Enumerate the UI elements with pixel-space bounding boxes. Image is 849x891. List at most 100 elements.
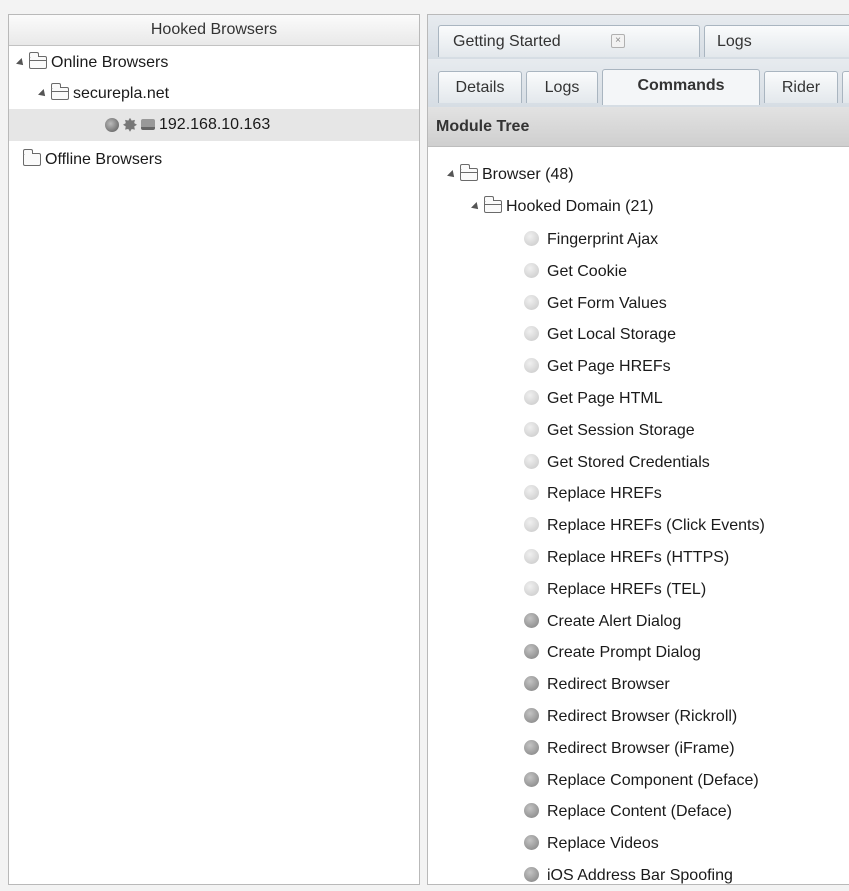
module-status-icon — [524, 803, 539, 819]
module-status-icon — [524, 517, 539, 533]
top-tab-bar: Getting Started × Logs — [428, 15, 849, 60]
expand-arrow-icon[interactable] — [471, 201, 481, 212]
folder-closed-icon — [22, 149, 41, 167]
module-status-icon — [524, 454, 539, 470]
module-status-icon — [524, 295, 539, 311]
module-item[interactable]: Replace HREFs (HTTPS) — [524, 542, 729, 573]
module-item[interactable]: Replace HREFs (Click Events) — [524, 510, 765, 541]
tree-node-hooked-domain-label: Hooked Domain (21) — [506, 198, 654, 215]
module-status-icon — [524, 772, 539, 788]
module-item[interactable]: Fingerprint Ajax — [524, 224, 658, 255]
module-status-icon — [524, 581, 539, 597]
close-tab-icon[interactable]: × — [611, 34, 625, 48]
expand-arrow-icon[interactable] — [38, 88, 48, 99]
folder-open-icon — [50, 83, 69, 101]
module-item-label: Get Page HREFs — [547, 358, 671, 375]
tree-node-browser[interactable]: Browser (48) — [447, 159, 574, 190]
module-item[interactable]: Create Alert Dialog — [524, 606, 681, 637]
module-item[interactable]: Get Page HREFs — [524, 351, 671, 382]
module-item[interactable]: Get Local Storage — [524, 319, 676, 350]
folder-open-icon — [28, 52, 47, 70]
online-browsers-label: Online Browsers — [51, 54, 169, 71]
module-item-label: Replace HREFs — [547, 485, 662, 502]
hooked-browsers-panel: Hooked Browsers Online Browsers securepl… — [8, 14, 420, 885]
module-item-label: iOS Address Bar Spoofing — [547, 867, 733, 884]
module-status-icon — [524, 708, 539, 724]
tab-logs[interactable]: Logs — [704, 25, 849, 57]
module-item[interactable]: Redirect Browser (iFrame) — [524, 733, 735, 764]
module-item-label: Redirect Browser (iFrame) — [547, 740, 735, 757]
module-status-icon — [524, 231, 539, 247]
module-item-label: Replace HREFs (Click Events) — [547, 517, 765, 534]
domain-label: securepla.net — [73, 85, 170, 102]
module-item[interactable]: Replace Content (Deface) — [524, 796, 732, 827]
tree-item-online-browsers[interactable]: Online Browsers — [16, 48, 169, 78]
module-status-icon — [524, 263, 539, 279]
module-status-icon — [524, 358, 539, 374]
sub-tab-bar: Details Logs Commands Rider — [428, 59, 849, 108]
tab-getting-started[interactable]: Getting Started × — [438, 25, 700, 57]
module-item[interactable]: Get Page HTML — [524, 383, 663, 414]
tab-commands[interactable]: Commands — [602, 69, 760, 105]
module-item-label: Redirect Browser (Rickroll) — [547, 708, 738, 725]
module-item-label: Get Session Storage — [547, 422, 695, 439]
tab-details-label: Details — [455, 79, 505, 96]
module-status-icon — [524, 549, 539, 565]
module-item[interactable]: Replace HREFs (TEL) — [524, 574, 706, 605]
expand-arrow-icon[interactable] — [16, 57, 26, 68]
module-item[interactable]: Redirect Browser — [524, 669, 670, 700]
host-ip-label: 192.168.10.163 — [159, 116, 271, 133]
module-item-label: Replace Component (Deface) — [547, 772, 759, 789]
module-item[interactable]: Create Prompt Dialog — [524, 637, 701, 668]
module-item-label: Get Form Values — [547, 295, 667, 312]
module-item-label: Create Alert Dialog — [547, 613, 682, 630]
folder-open-icon — [483, 196, 502, 214]
module-status-icon — [524, 644, 539, 660]
tab-sub-logs[interactable]: Logs — [526, 71, 598, 103]
tab-commands-label: Commands — [637, 77, 725, 94]
tab-overflow[interactable] — [842, 71, 849, 103]
module-item-label: Fingerprint Ajax — [547, 231, 659, 248]
module-item[interactable]: Replace Component (Deface) — [524, 765, 759, 796]
module-status-icon — [524, 740, 539, 756]
module-status-icon — [524, 613, 539, 629]
tree-item-offline-browsers[interactable]: Offline Browsers — [22, 145, 162, 175]
tab-details[interactable]: Details — [438, 71, 522, 103]
tab-rider[interactable]: Rider — [764, 71, 838, 103]
module-status-icon — [524, 422, 539, 438]
module-item-label: Replace HREFs (TEL) — [547, 581, 707, 598]
module-item[interactable]: Replace Videos — [524, 828, 659, 859]
module-item[interactable]: iOS Address Bar Spoofing — [524, 860, 733, 891]
tree-node-hooked-domain[interactable]: Hooked Domain (21) — [471, 191, 654, 222]
tab-sub-logs-label: Logs — [544, 79, 580, 96]
module-status-icon — [524, 867, 539, 883]
hooked-browsers-title: Hooked Browsers — [9, 15, 419, 46]
tree-item-host-selected[interactable]: 192.168.10.163 — [9, 109, 419, 141]
hardware-icon — [141, 119, 155, 131]
module-status-icon — [524, 485, 539, 501]
module-item[interactable]: Get Cookie — [524, 256, 627, 287]
module-status-icon — [524, 835, 539, 851]
folder-open-icon — [459, 164, 478, 182]
expand-arrow-icon[interactable] — [447, 169, 457, 180]
tree-node-browser-label: Browser (48) — [482, 166, 574, 183]
module-tree-title: Module Tree — [428, 107, 849, 147]
module-item[interactable]: Get Form Values — [524, 288, 667, 319]
tab-rider-label: Rider — [781, 79, 821, 96]
tab-getting-started-label: Getting Started — [453, 33, 561, 50]
module-status-icon — [524, 390, 539, 406]
main-panel: Getting Started × Logs Details Logs Comm… — [427, 14, 849, 885]
module-item-label: Replace Videos — [547, 835, 659, 852]
module-item-label: Get Cookie — [547, 263, 628, 280]
module-item[interactable]: Get Session Storage — [524, 415, 695, 446]
module-item[interactable]: Get Stored Credentials — [524, 447, 710, 478]
tab-logs-label: Logs — [717, 33, 752, 50]
module-item-label: Replace HREFs (HTTPS) — [547, 549, 730, 566]
module-item-label: Get Page HTML — [547, 390, 663, 407]
module-item-label: Redirect Browser — [547, 676, 670, 693]
module-item[interactable]: Redirect Browser (Rickroll) — [524, 701, 737, 732]
module-item[interactable]: Replace HREFs — [524, 478, 662, 509]
module-item-label: Get Stored Credentials — [547, 454, 710, 471]
tree-item-domain[interactable]: securepla.net — [38, 79, 170, 109]
module-status-icon — [524, 326, 539, 342]
